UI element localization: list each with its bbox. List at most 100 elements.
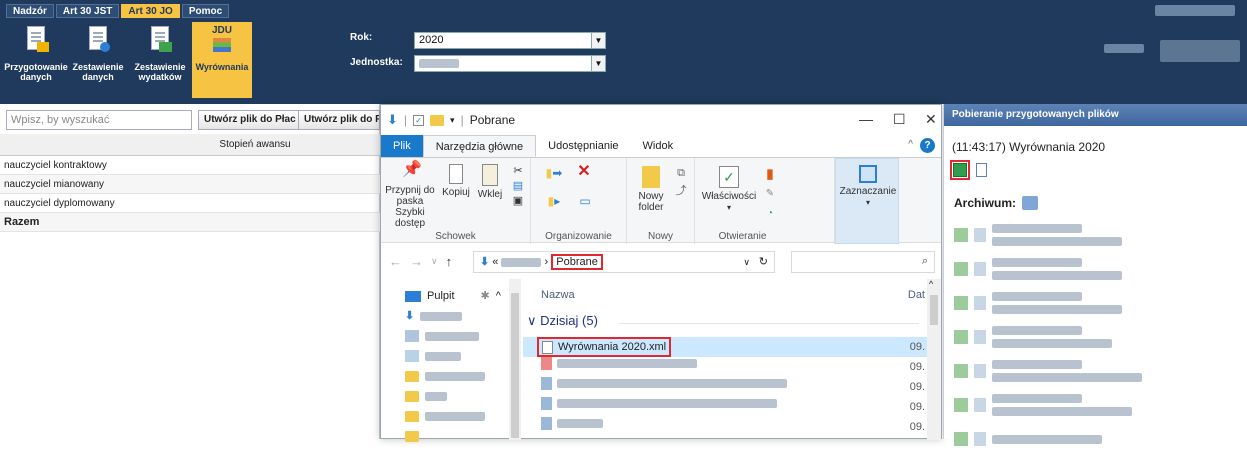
copy-to-button[interactable]: ▮▸ bbox=[541, 195, 567, 207]
path-current[interactable]: Pobrane bbox=[551, 254, 603, 270]
archive-row[interactable] bbox=[954, 218, 1122, 252]
archive-row[interactable] bbox=[954, 354, 1142, 388]
column-header-date[interactable]: Dat bbox=[908, 289, 925, 301]
nav-item[interactable] bbox=[405, 347, 461, 365]
paste-shortcut-icon[interactable]: ▣ bbox=[509, 194, 527, 209]
save-icon[interactable] bbox=[954, 432, 968, 446]
archive-row[interactable] bbox=[954, 286, 1122, 320]
rok-select[interactable]: 2020 ▼ bbox=[414, 32, 606, 49]
save-icon[interactable] bbox=[954, 364, 968, 378]
column-header-stopien[interactable]: Stopień awansu bbox=[0, 134, 380, 156]
easy-access-icon[interactable]: ⤴ bbox=[671, 182, 691, 200]
properties-button[interactable]: ✓ Właściwości ▾ bbox=[699, 166, 759, 213]
scroll-thumb[interactable] bbox=[930, 295, 938, 325]
collapse-ribbon-icon[interactable]: ^ bbox=[908, 139, 913, 150]
nav-item[interactable] bbox=[405, 407, 485, 425]
archive-row[interactable] bbox=[954, 388, 1132, 422]
column-header-name[interactable]: Nazwa bbox=[541, 289, 575, 301]
table-row-total[interactable]: Razem bbox=[0, 213, 380, 232]
close-icon[interactable]: ✕ bbox=[925, 111, 937, 128]
file-row-selected[interactable]: Wyrównania 2020.xml 09. bbox=[523, 337, 927, 357]
help-icon[interactable]: ? bbox=[920, 138, 935, 153]
ribbon-wyrownania-button[interactable]: JDU Wyrównania bbox=[192, 22, 252, 98]
scroll-thumb[interactable] bbox=[511, 293, 519, 438]
refresh-icon[interactable]: ↻ bbox=[759, 252, 768, 272]
history-icon[interactable]: ◔ bbox=[761, 204, 779, 224]
archive-row[interactable] bbox=[954, 422, 1102, 456]
explorer-search-input[interactable]: ⌕ bbox=[791, 251, 935, 273]
recent-dropdown-icon[interactable]: ∨ bbox=[431, 256, 438, 267]
archive-refresh-icon[interactable] bbox=[1022, 196, 1039, 210]
document-icon[interactable] bbox=[974, 364, 986, 378]
table-row[interactable]: nauczyciel kontraktowy bbox=[0, 156, 380, 175]
edit-icon[interactable]: ✎ bbox=[761, 184, 779, 204]
scroll-up-icon[interactable]: ^ bbox=[929, 279, 933, 289]
chevron-down-icon[interactable]: ∨ bbox=[743, 252, 750, 272]
scissors-icon[interactable]: ✂ bbox=[509, 164, 527, 179]
file-row[interactable]: 09. bbox=[523, 357, 927, 377]
file-row[interactable]: 09. bbox=[523, 397, 927, 417]
save-icon[interactable] bbox=[954, 262, 968, 276]
copy-button[interactable]: Kopiuj bbox=[439, 164, 473, 198]
file-row[interactable]: 09. bbox=[523, 377, 927, 397]
nav-item-pulpit[interactable]: Pulpit ✱ ^ bbox=[405, 287, 501, 305]
new-folder-button[interactable]: Nowy folder bbox=[631, 166, 671, 213]
save-icon[interactable] bbox=[954, 228, 968, 242]
forward-icon[interactable]: → bbox=[410, 254, 423, 269]
save-icon[interactable] bbox=[954, 398, 968, 412]
document-icon[interactable] bbox=[974, 262, 986, 276]
path-input[interactable]: ⬇ « › Pobrane ∨ ↻ bbox=[473, 251, 775, 273]
archive-row[interactable] bbox=[954, 320, 1112, 354]
nav-item[interactable] bbox=[405, 367, 485, 385]
tab-widok[interactable]: Widok bbox=[631, 135, 686, 157]
archive-row[interactable] bbox=[954, 252, 1122, 286]
document-icon[interactable] bbox=[974, 432, 986, 446]
maximize-icon[interactable]: ☐ bbox=[893, 111, 906, 128]
save-icon[interactable] bbox=[954, 296, 968, 310]
cut-copypath-buttons[interactable]: ✂ ▤ ▣ bbox=[509, 164, 527, 209]
document-icon[interactable] bbox=[974, 228, 986, 242]
jednostka-select[interactable]: ▼ bbox=[414, 55, 606, 72]
group-header-today[interactable]: ∨ Dzisiaj (5) bbox=[527, 313, 598, 329]
ribbon-przygotowanie-button[interactable]: Przygotowanie danych bbox=[4, 22, 68, 98]
nav-item[interactable] bbox=[405, 327, 479, 345]
office-icon[interactable]: ▮ bbox=[761, 164, 779, 184]
copy-path-icon[interactable]: ▤ bbox=[509, 179, 527, 194]
select-button[interactable]: Zaznaczanie ▾ bbox=[835, 158, 899, 244]
menu-pomoc[interactable]: Pomoc bbox=[181, 4, 230, 18]
paste-button[interactable]: Wklej bbox=[475, 164, 505, 200]
nav-item[interactable] bbox=[405, 427, 419, 445]
menu-art30-jst[interactable]: Art 30 JST bbox=[55, 4, 120, 18]
move-to-button[interactable]: ▮➡ bbox=[541, 167, 567, 179]
rename-icon[interactable]: ▭ bbox=[575, 195, 595, 207]
document-icon[interactable] bbox=[974, 330, 986, 344]
file-row[interactable]: 09. bbox=[523, 417, 927, 437]
new-item-buttons[interactable]: ⧉ ⤴ bbox=[671, 164, 691, 200]
ribbon-zestawienie-wydatkow-button[interactable]: Zestawienie wydatków bbox=[130, 22, 190, 98]
table-row[interactable]: nauczyciel mianowany bbox=[0, 175, 380, 194]
tab-udostepnianie[interactable]: Udostępnianie bbox=[536, 135, 630, 157]
new-item-icon[interactable]: ⧉ bbox=[671, 164, 691, 182]
ribbon-zestawienie-danych-button[interactable]: Zestawienie danych bbox=[68, 22, 128, 98]
nav-scrollbar[interactable] bbox=[509, 279, 521, 440]
tab-plik[interactable]: Plik bbox=[381, 135, 423, 157]
checkbox-icon[interactable]: ✓ bbox=[413, 114, 425, 126]
tab-narzedzia-glowne[interactable]: Narzędzia główne bbox=[422, 135, 537, 157]
save-icon[interactable] bbox=[950, 160, 970, 180]
document-icon[interactable] bbox=[974, 296, 986, 310]
open-edit-buttons[interactable]: ▮ ✎ ◔ bbox=[761, 164, 779, 224]
dropdown-icon[interactable]: ▾ bbox=[450, 115, 455, 126]
create-f-file-button[interactable]: Utwórz plik do F bbox=[298, 110, 380, 130]
collapse-icon[interactable]: ^ bbox=[496, 287, 501, 305]
minimize-icon[interactable]: — bbox=[859, 111, 873, 127]
delete-icon[interactable]: ✕ bbox=[573, 164, 595, 180]
path-parent-blurred[interactable] bbox=[501, 257, 542, 267]
nav-item[interactable] bbox=[405, 387, 447, 405]
quick-access-arrow-icon[interactable]: ⬇ bbox=[387, 112, 398, 128]
back-icon[interactable]: ← bbox=[389, 254, 402, 269]
up-icon[interactable]: ↑ bbox=[446, 254, 453, 269]
document-icon[interactable] bbox=[974, 398, 986, 412]
table-row[interactable]: nauczyciel dyplomowany bbox=[0, 194, 380, 213]
pin-button[interactable]: 📌 Przypnij do paska Szybki dostęp bbox=[381, 162, 439, 230]
file-list-scrollbar[interactable]: ^ bbox=[927, 279, 941, 440]
